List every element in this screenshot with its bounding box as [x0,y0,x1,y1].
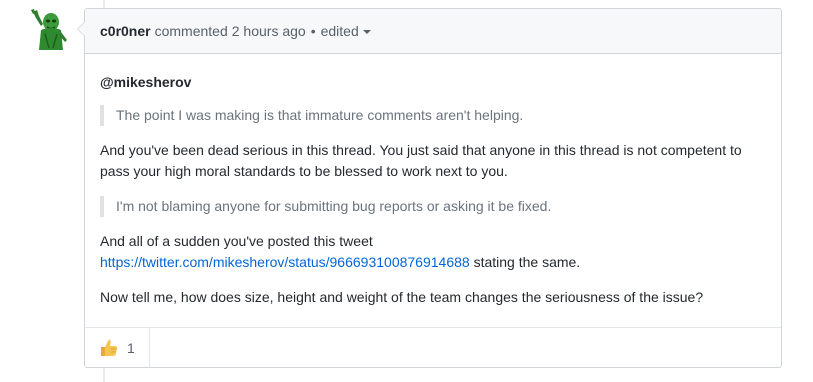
comment-header: c0r0ner commented 2 hours ago • edited [85,9,781,54]
thumbs-up-icon [101,339,118,356]
paragraph-line: And you've been dead serious in this thr… [100,142,742,158]
blockquote: I'm not blaming anyone for submitting bu… [100,196,766,217]
comment-box: c0r0ner commented 2 hours ago • edited @… [77,8,782,368]
comment-verb: commented [154,23,228,39]
author-avatar[interactable] [27,8,71,52]
blockquote: The point I was making is that immature … [100,105,766,126]
reactions-bar: 1 [85,327,781,367]
author-link[interactable]: c0r0ner [100,23,151,39]
green-alien-avatar-icon [27,8,71,52]
header-separator: • [310,23,316,39]
paragraph: And all of a sudden you've posted this t… [100,231,766,273]
paragraph-line: stating the same. [469,254,581,270]
paragraph: Now tell me, how does size, height and w… [100,289,704,305]
user-mention[interactable]: @mikesherov [100,72,766,93]
comment-body: @mikesherov The point I was making is th… [85,54,781,308]
tweet-link[interactable]: https://twitter.com/mikesherov/status/96… [100,254,470,270]
thumbs-up-reaction-button[interactable]: 1 [85,328,150,367]
edited-label: edited [320,23,359,39]
paragraph-line: And all of a sudden you've posted this t… [100,233,373,249]
comment-timestamp[interactable]: 2 hours ago [232,23,306,39]
paragraph: And you've been dead serious in this thr… [100,140,766,182]
edited-dropdown[interactable]: edited [321,23,371,39]
paragraph-line: pass your high moral standards to be ble… [100,163,508,179]
caret-down-icon [362,30,371,34]
reaction-count: 1 [127,339,135,356]
